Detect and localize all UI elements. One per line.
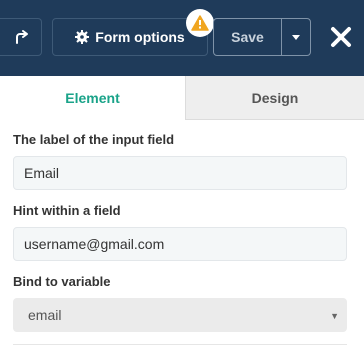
input-label-field-label: The label of the input field <box>13 132 175 147</box>
gear-icon <box>75 30 90 44</box>
tab-design[interactable]: Design <box>185 76 364 120</box>
redo-icon <box>15 30 28 44</box>
toolbar: Form options Save <box>0 0 364 76</box>
bind-variable-value: email <box>28 307 62 323</box>
chevron-down-icon: ▼ <box>330 311 339 321</box>
input-label-field[interactable]: Email <box>13 156 347 190</box>
hint-field-label: Hint within a field <box>13 203 121 218</box>
tab-element[interactable]: Element <box>0 76 185 120</box>
form-options-label: Form options <box>95 29 185 45</box>
close-button[interactable] <box>326 22 356 52</box>
divider <box>13 344 347 345</box>
bind-variable-select[interactable]: email ▼ <box>13 298 347 332</box>
warning-badge[interactable] <box>186 9 214 37</box>
tab-bar: Element Design <box>0 76 364 120</box>
save-menu-button[interactable] <box>281 18 311 56</box>
save-button[interactable]: Save <box>213 18 282 56</box>
warning-icon <box>191 15 209 31</box>
form-options-button[interactable]: Form options <box>52 18 208 56</box>
redo-button[interactable] <box>0 18 42 56</box>
hint-field[interactable]: username@gmail.com <box>13 227 347 261</box>
caret-down-icon <box>292 34 300 40</box>
close-icon <box>331 27 351 47</box>
bind-variable-label: Bind to variable <box>13 274 111 289</box>
